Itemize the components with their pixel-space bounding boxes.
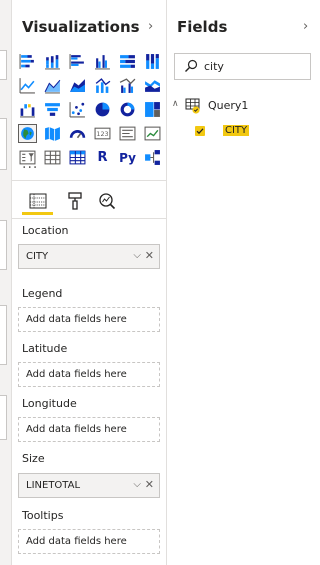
kpi-icon[interactable] <box>143 124 162 143</box>
edge-tab[interactable] <box>0 395 7 440</box>
fields-tab-icon[interactable] <box>25 188 51 214</box>
search-input[interactable]: city <box>204 60 224 73</box>
chevron-down-icon[interactable]: ⌵ <box>133 479 141 490</box>
tooltips-label: Tooltips <box>22 509 64 522</box>
filled-map-icon[interactable] <box>43 124 62 143</box>
table-icon[interactable] <box>43 148 62 167</box>
location-label: Location <box>22 224 69 237</box>
divider <box>12 180 167 181</box>
latitude-well[interactable]: Add data fields here <box>18 362 160 387</box>
100-stacked-column-chart-icon[interactable] <box>143 52 162 71</box>
close-icon[interactable]: ✕ <box>145 249 154 262</box>
latitude-label: Latitude <box>22 342 68 355</box>
area-chart-icon[interactable] <box>43 76 62 95</box>
active-tab-indicator <box>22 212 53 215</box>
chevron-right-icon[interactable]: › <box>148 19 153 34</box>
scatter-chart-icon[interactable] <box>68 100 87 119</box>
more-visuals-button[interactable]: ··· <box>22 160 38 176</box>
legend-label: Legend <box>22 287 63 300</box>
stacked-column-chart-icon[interactable] <box>43 52 62 71</box>
100-stacked-bar-chart-icon[interactable] <box>118 52 137 71</box>
visualizations-title: Visualizations <box>22 18 140 36</box>
card-icon[interactable]: 123 <box>93 124 112 143</box>
fields-title: Fields <box>177 18 228 36</box>
field-search-box[interactable]: city <box>174 53 311 80</box>
longitude-label: Longitude <box>22 397 77 410</box>
location-field: CITY <box>26 251 49 262</box>
visual-type-gallery: 123 R Py <box>18 52 161 169</box>
chevron-down-icon[interactable]: ∧ <box>172 99 179 109</box>
legend-well[interactable]: Add data fields here <box>18 307 160 332</box>
canvas-edge <box>0 0 12 565</box>
chevron-right-icon[interactable]: › <box>303 19 308 34</box>
table-icon <box>185 98 200 114</box>
clustered-bar-chart-icon[interactable] <box>68 52 87 71</box>
treemap-icon[interactable] <box>143 100 162 119</box>
analytics-icon[interactable] <box>94 188 120 214</box>
divider <box>12 218 167 219</box>
python-visual-icon[interactable]: Py <box>118 148 137 167</box>
edge-tab[interactable] <box>0 305 7 365</box>
matrix-icon[interactable] <box>68 148 87 167</box>
edge-tab[interactable] <box>0 50 7 80</box>
ribbon-chart-icon[interactable] <box>143 76 162 95</box>
gauge-icon[interactable] <box>68 124 87 143</box>
format-paint-icon[interactable] <box>62 188 88 214</box>
map-icon[interactable] <box>18 124 37 143</box>
line-chart-icon[interactable] <box>18 76 37 95</box>
visualizations-pane: Visualizations › 123 R Py ··· Location C… <box>12 0 167 565</box>
legend-placeholder: Add data fields here <box>26 314 127 325</box>
waterfall-chart-icon[interactable] <box>18 100 37 119</box>
pie-chart-icon[interactable] <box>93 100 112 119</box>
size-well[interactable]: LINETOTAL ⌵ ✕ <box>18 473 160 498</box>
field-city[interactable]: CITY <box>223 125 250 136</box>
search-icon <box>185 59 198 72</box>
r-visual-icon[interactable]: R <box>93 148 112 167</box>
size-field: LINETOTAL <box>26 480 81 491</box>
tooltips-placeholder: Add data fields here <box>26 536 127 547</box>
clustered-column-chart-icon[interactable] <box>93 52 112 71</box>
stacked-bar-chart-icon[interactable] <box>18 52 37 71</box>
close-icon[interactable]: ✕ <box>145 478 154 491</box>
table-name-query1[interactable]: Query1 <box>208 99 248 112</box>
edge-tab[interactable] <box>0 118 7 170</box>
location-well[interactable]: CITY ⌵ ✕ <box>18 244 160 269</box>
latitude-placeholder: Add data fields here <box>26 369 127 380</box>
stacked-area-chart-icon[interactable] <box>68 76 87 95</box>
funnel-chart-icon[interactable] <box>43 100 62 119</box>
r-visual-label: R <box>97 150 108 165</box>
python-visual-label: Py <box>119 150 136 165</box>
edge-tab[interactable] <box>0 220 7 270</box>
line-clustered-column-chart-icon[interactable] <box>118 76 137 95</box>
chevron-down-icon[interactable]: ⌵ <box>133 250 141 261</box>
key-influencers-icon[interactable] <box>143 148 162 167</box>
card-label: 123 <box>96 130 108 138</box>
longitude-well[interactable]: Add data fields here <box>18 417 160 442</box>
checkmark-icon <box>196 128 204 135</box>
multi-row-card-icon[interactable] <box>118 124 137 143</box>
field-checkbox[interactable] <box>195 126 205 136</box>
donut-chart-icon[interactable] <box>118 100 137 119</box>
tooltips-well[interactable]: Add data fields here <box>18 529 160 554</box>
size-label: Size <box>22 452 45 465</box>
line-column-chart-icon[interactable] <box>93 76 112 95</box>
longitude-placeholder: Add data fields here <box>26 424 127 435</box>
fields-pane: Fields › city ∧ Query1 CITY <box>167 0 311 565</box>
